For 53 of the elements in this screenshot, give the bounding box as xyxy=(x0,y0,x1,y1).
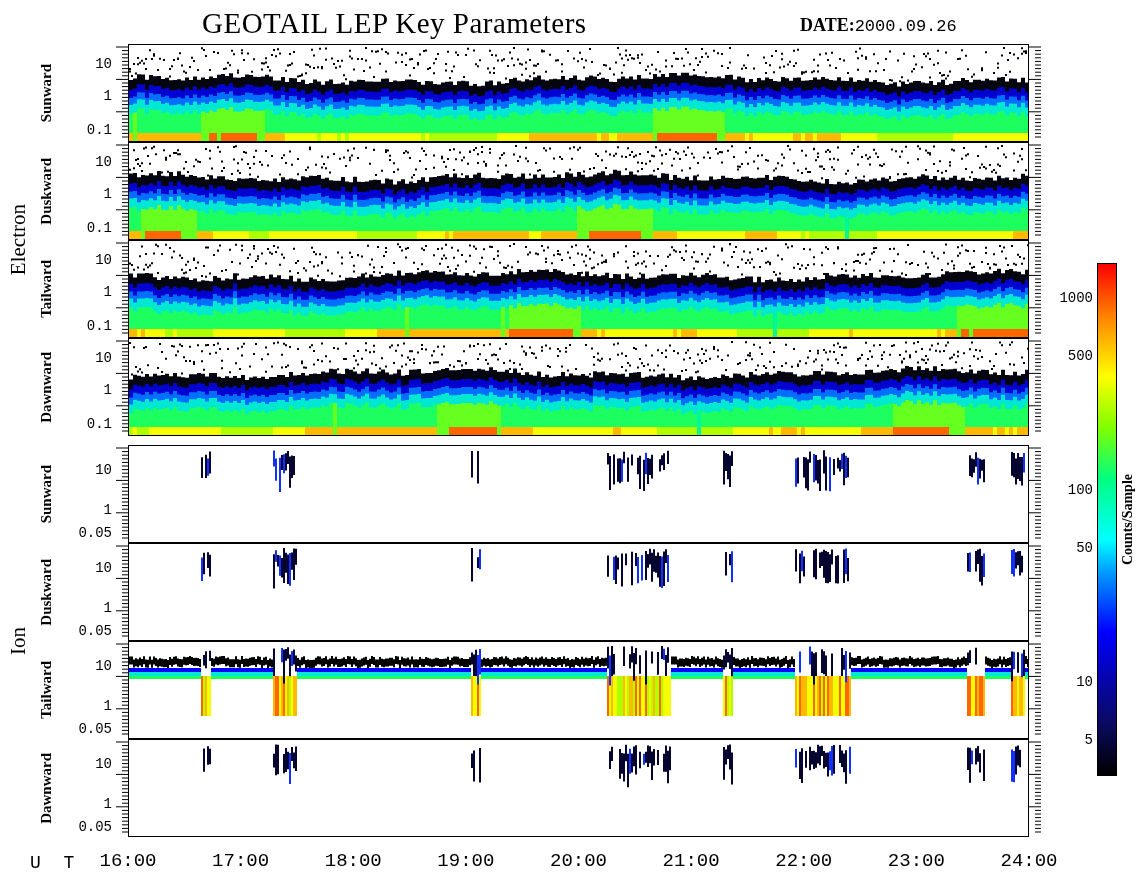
panel-label: Duskward xyxy=(37,157,55,225)
scale-tick-label: 500 xyxy=(1067,348,1093,363)
group-label: Electron xyxy=(5,204,31,276)
time-tick-label: 24:00 xyxy=(1000,852,1058,871)
panel-label: Tailward xyxy=(37,661,55,719)
axis-tick-label: 10 xyxy=(95,56,112,71)
scale-tick-label: 100 xyxy=(1067,483,1093,497)
axis-tick-label: 0.1 xyxy=(86,221,112,236)
axis-tick-label: 1 xyxy=(103,698,112,713)
group-label: Ion xyxy=(5,627,31,655)
axis-tick-label: 10 xyxy=(95,463,112,478)
axis-tick-label: 1 xyxy=(103,186,112,201)
date-value: 2000.09.26 xyxy=(854,17,957,36)
panel-label: Duskward xyxy=(37,558,55,626)
axis-tick-label: 10 xyxy=(95,757,112,772)
time-tick-label: 16:00 xyxy=(99,852,157,871)
date-label: DATE: xyxy=(800,15,855,36)
axis-tick-label: 1 xyxy=(103,502,112,517)
time-tick-label: 22:00 xyxy=(775,852,833,871)
scale-tick-label: 50 xyxy=(1076,540,1093,555)
axis-tick-label: 0.05 xyxy=(78,820,112,835)
panel-label: Sunward xyxy=(37,464,55,524)
panel-label: Tailward xyxy=(37,260,55,318)
time-tick-label: 23:00 xyxy=(887,852,945,871)
time-tick-label: 17:00 xyxy=(212,852,270,871)
axis-tick-label: 10 xyxy=(95,350,112,365)
axis-tick-label: 0.05 xyxy=(78,722,112,737)
axis-tick-label: 1 xyxy=(103,796,112,811)
axis-tick-label: 1 xyxy=(103,382,112,397)
scale-tick-label: 5 xyxy=(1084,732,1093,747)
panel-label: Dawnward xyxy=(37,752,55,824)
axis-tick-label: 0.1 xyxy=(86,417,112,432)
time-tick-label: 21:00 xyxy=(662,852,720,871)
axis-tick-label: 10 xyxy=(95,154,112,169)
chart-title: GEOTAIL LEP Key Parameters xyxy=(202,7,588,40)
time-tick-label: 19:00 xyxy=(437,852,495,871)
axis-tick-label: 0.05 xyxy=(78,526,112,541)
axis-tick-label: 1 xyxy=(103,600,112,615)
time-tick-label: 18:00 xyxy=(324,852,382,871)
axis-tick-label: 1 xyxy=(103,284,112,299)
scale-tick-label: 10 xyxy=(1076,675,1093,689)
axis-tick-label: 10 xyxy=(95,659,112,674)
axis-tick-label: 0.1 xyxy=(86,123,112,138)
axis-tick-label: 1 xyxy=(103,88,112,103)
axis-tick-label: 10 xyxy=(95,561,112,576)
axis-tick-label: 0.1 xyxy=(86,319,112,334)
panel-label: Sunward xyxy=(37,63,55,123)
axis-tick-label: 10 xyxy=(95,252,112,267)
axis-tick-label: 0.05 xyxy=(78,624,112,639)
panel-label: Dawnward xyxy=(37,351,55,423)
scale-label: Counts/Sample xyxy=(1120,474,1136,565)
scale-tick-label: 1000 xyxy=(1059,291,1093,305)
time-tick-label: 20:00 xyxy=(550,852,607,871)
